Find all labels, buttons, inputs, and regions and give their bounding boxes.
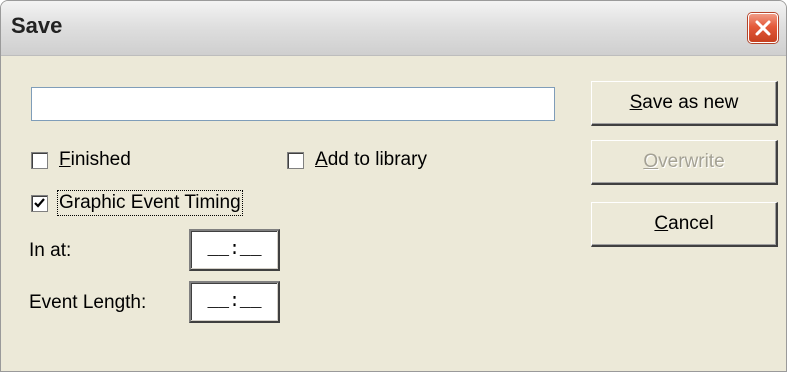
name-input[interactable]: [31, 87, 555, 121]
overwrite-button[interactable]: Overwrite: [591, 140, 778, 185]
event-length-label: Event Length:: [29, 292, 147, 313]
save-dialog: Save Finished Add to library Graphic Eve…: [0, 0, 787, 372]
dialog-body: Finished Add to library Graphic Event Ti…: [1, 56, 786, 371]
add-to-library-checkbox[interactable]: [287, 151, 304, 169]
title-bar[interactable]: Save: [1, 1, 786, 56]
add-to-library-checkbox-row[interactable]: Add to library: [287, 149, 427, 171]
graphic-event-timing-checkbox[interactable]: [31, 194, 48, 212]
checkmark-icon: [34, 197, 45, 208]
close-icon: [755, 20, 771, 36]
in-at-time-field[interactable]: __:__: [189, 229, 280, 271]
finished-checkbox[interactable]: [31, 151, 48, 169]
add-to-library-label: Add to library: [315, 149, 427, 170]
cancel-button[interactable]: Cancel: [591, 202, 778, 247]
graphic-event-timing-checkbox-row[interactable]: Graphic Event Timing: [31, 190, 243, 216]
finished-checkbox-row[interactable]: Finished: [31, 149, 131, 171]
save-as-new-button[interactable]: Save as new: [591, 81, 778, 126]
in-at-label: In at:: [29, 240, 72, 261]
event-length-time-field[interactable]: __:__: [189, 281, 280, 323]
close-button[interactable]: [748, 13, 778, 43]
graphic-event-timing-label: Graphic Event Timing: [57, 190, 243, 216]
finished-label: Finished: [59, 149, 131, 170]
dialog-title: Save: [11, 13, 63, 38]
